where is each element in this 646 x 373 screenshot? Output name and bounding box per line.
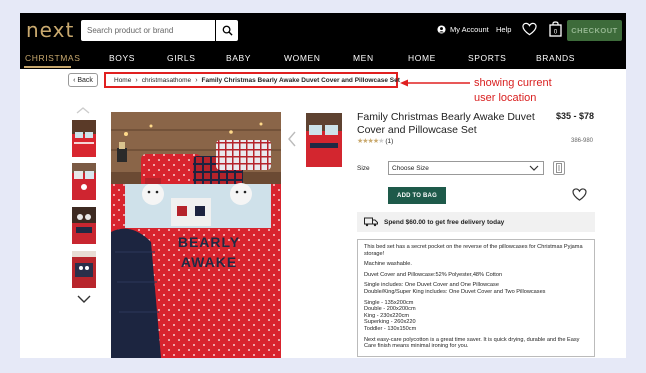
size-guide-button[interactable]	[553, 161, 565, 175]
search-icon	[222, 25, 233, 36]
main-product-image[interactable]: BEARLY AWAKE	[111, 112, 281, 358]
annotation-line-1: showing current	[474, 77, 552, 89]
description-paragraph: Single includes: One Duvet Cover and One…	[364, 282, 546, 295]
description-paragraph: Next easy-care polycotton is a great tim…	[364, 336, 580, 350]
breadcrumb: Home › christmasathome › Family Christma…	[104, 72, 400, 88]
nav-active-underline	[24, 66, 71, 68]
rating-count: (1)	[385, 137, 394, 145]
thumbnail-2[interactable]	[72, 163, 96, 200]
account-label: My Account	[450, 25, 489, 34]
delivery-truck-icon	[364, 217, 378, 227]
thumbnail-bedding-image	[72, 120, 96, 157]
nav-item-boys[interactable]: BOYS	[109, 53, 135, 63]
product-code: 386-980	[571, 138, 594, 144]
size-select[interactable]: Choose Size	[388, 161, 544, 175]
product-description: This bed set has a secret pocket on the …	[357, 239, 595, 357]
thumbnail-1[interactable]	[72, 120, 96, 157]
shopping-bag-icon[interactable]: 0	[549, 21, 562, 37]
thumbnails-up-chevron-icon[interactable]	[76, 107, 90, 114]
breadcrumb-current: Family Christmas Bearly Awake Duvet Cove…	[201, 76, 400, 84]
thumbnail-bedding-image	[72, 251, 96, 288]
favourites-heart-icon[interactable]	[522, 22, 537, 36]
size-select-value: Choose Size	[392, 164, 429, 172]
image-text-bearly: BEARLY	[178, 234, 240, 250]
breadcrumb-separator-icon: ›	[195, 76, 198, 84]
help-link[interactable]: Help	[496, 25, 511, 34]
size-label: Size	[357, 165, 370, 172]
search-box	[81, 20, 238, 41]
description-paragraph: Single - 135x200cm Double - 200x200cm Ki…	[364, 299, 417, 332]
category-nav: CHRISTMAS BOYS GIRLS BABY WOMEN MEN HOME…	[20, 47, 626, 69]
delivery-banner: Spend $60.00 to get free delivery today	[357, 212, 595, 232]
product-price: $35 - $78	[556, 111, 595, 121]
nav-item-men[interactable]: MEN	[353, 53, 374, 63]
breadcrumb-home[interactable]: Home	[114, 77, 131, 84]
nav-item-baby[interactable]: BABY	[226, 53, 251, 63]
chevron-down-icon	[529, 165, 539, 171]
annotation-line-2: user location	[474, 92, 537, 104]
nav-item-sports[interactable]: SPORTS	[468, 53, 506, 63]
back-label: Back	[77, 76, 93, 84]
rating-stars-icon: ★★★★★	[357, 138, 384, 145]
description-paragraph: Duvet Cover and Pillowcase:52% Polyester…	[364, 271, 503, 278]
thumbnail-3[interactable]	[72, 207, 96, 244]
alternate-view-thumbnail[interactable]	[306, 113, 342, 167]
ruler-icon	[556, 163, 562, 173]
thumbnail-4[interactable]	[72, 251, 96, 288]
add-to-bag-button[interactable]: ADD TO BAG	[388, 187, 446, 204]
delivery-text: Spend $60.00 to get free delivery today	[384, 218, 505, 226]
annotation-text: showing current user location	[474, 76, 594, 106]
my-account-link[interactable]: My Account	[437, 25, 489, 34]
product-title: Family Christmas Bearly Awake Duvet Cove…	[357, 111, 535, 136]
description-paragraph: Machine washable.	[364, 261, 412, 268]
nav-item-christmas[interactable]: CHRISTMAS	[25, 53, 80, 63]
nav-item-home[interactable]: HOME	[408, 53, 436, 63]
description-paragraph: This bed set has a secret pocket on the …	[364, 244, 583, 257]
alternate-bedding-image	[306, 113, 342, 167]
thumbnail-bedding-image	[72, 207, 96, 244]
breadcrumb-separator-icon: ›	[135, 76, 138, 84]
product-rating[interactable]: ★★★★★ (1)	[357, 137, 394, 146]
back-button[interactable]: ‹ Back	[68, 73, 98, 87]
search-button[interactable]	[215, 20, 238, 41]
next-logo[interactable]: next	[26, 18, 74, 42]
duvet-bedding-image: BEARLY AWAKE	[111, 112, 281, 358]
image-text-awake: AWAKE	[181, 254, 237, 270]
breadcrumb-category[interactable]: christmasathome	[142, 77, 192, 84]
nav-item-brands[interactable]: BRANDS	[536, 53, 575, 63]
user-icon	[437, 25, 446, 34]
annotation-arrow-icon	[400, 79, 470, 87]
checkout-button[interactable]: CHECKOUT	[567, 20, 622, 41]
nav-item-women[interactable]: WOMEN	[284, 53, 321, 63]
nav-item-girls[interactable]: GIRLS	[167, 53, 196, 63]
search-input[interactable]	[81, 20, 215, 41]
svg-text:0: 0	[554, 30, 558, 36]
image-prev-chevron-icon[interactable]	[288, 131, 296, 147]
thumbnails-down-chevron-icon[interactable]	[77, 295, 91, 303]
save-favourite-heart-icon[interactable]	[572, 188, 587, 201]
top-header: next My Account Help 0 CHECKOUT	[20, 13, 626, 47]
browser-page: next My Account Help 0 CHECKOUT CHRISTMA…	[20, 13, 626, 358]
thumbnail-bedding-image	[72, 163, 96, 200]
